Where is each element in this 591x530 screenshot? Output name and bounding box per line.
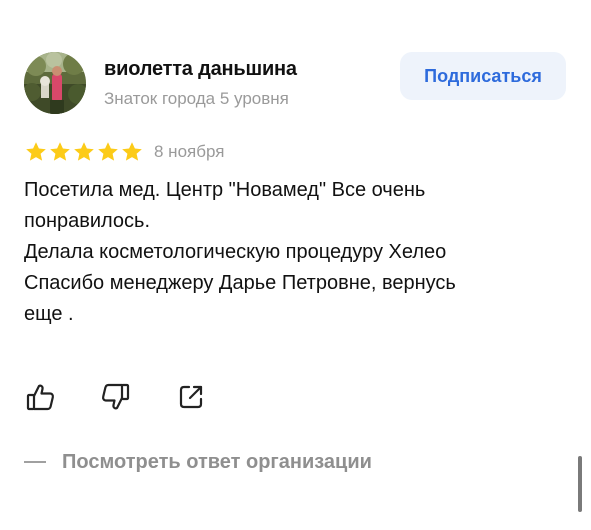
share-button[interactable] xyxy=(174,380,208,414)
thumb-up-icon xyxy=(26,384,55,411)
dash-divider xyxy=(24,461,46,463)
avatar-photo xyxy=(24,52,86,114)
star-icon xyxy=(72,140,96,164)
author-level: Знаток города 5 уровня xyxy=(104,89,289,108)
star-icon xyxy=(96,140,120,164)
thumb-down-icon xyxy=(101,383,130,410)
rating-stars xyxy=(24,140,144,164)
like-button[interactable] xyxy=(24,380,58,414)
review-text-line: еще . xyxy=(24,303,74,325)
org-reply-label: Посмотреть ответ организации xyxy=(62,450,372,473)
author-name[interactable]: виолетта даньшина xyxy=(104,58,297,81)
review-text-line: Спасибо менеджеру Дарье Петровне, вернус… xyxy=(24,272,456,294)
review-text: Посетила мед. Центр "Новамед" Все очень … xyxy=(24,175,569,330)
rating-row: 8 ноября xyxy=(24,140,224,164)
review-actions xyxy=(24,380,208,414)
star-icon xyxy=(48,140,72,164)
avatar[interactable] xyxy=(24,52,86,114)
scrollbar[interactable] xyxy=(578,456,582,512)
star-icon xyxy=(24,140,48,164)
review-text-line: Посетила мед. Центр "Новамед" Все очень xyxy=(24,179,426,201)
view-org-reply-link[interactable]: Посмотреть ответ организации xyxy=(24,447,372,477)
subscribe-button[interactable]: Подписаться xyxy=(400,52,566,100)
star-icon xyxy=(120,140,144,164)
share-icon xyxy=(179,385,203,409)
review-text-line: понравилось. xyxy=(24,210,151,232)
review-card: виолетта даньшина Знаток города 5 уровня… xyxy=(0,0,591,530)
review-date: 8 ноября xyxy=(154,142,225,161)
review-text-line: Делала косметологическую процедуру Хелео xyxy=(24,241,447,263)
dislike-button[interactable] xyxy=(98,380,132,414)
